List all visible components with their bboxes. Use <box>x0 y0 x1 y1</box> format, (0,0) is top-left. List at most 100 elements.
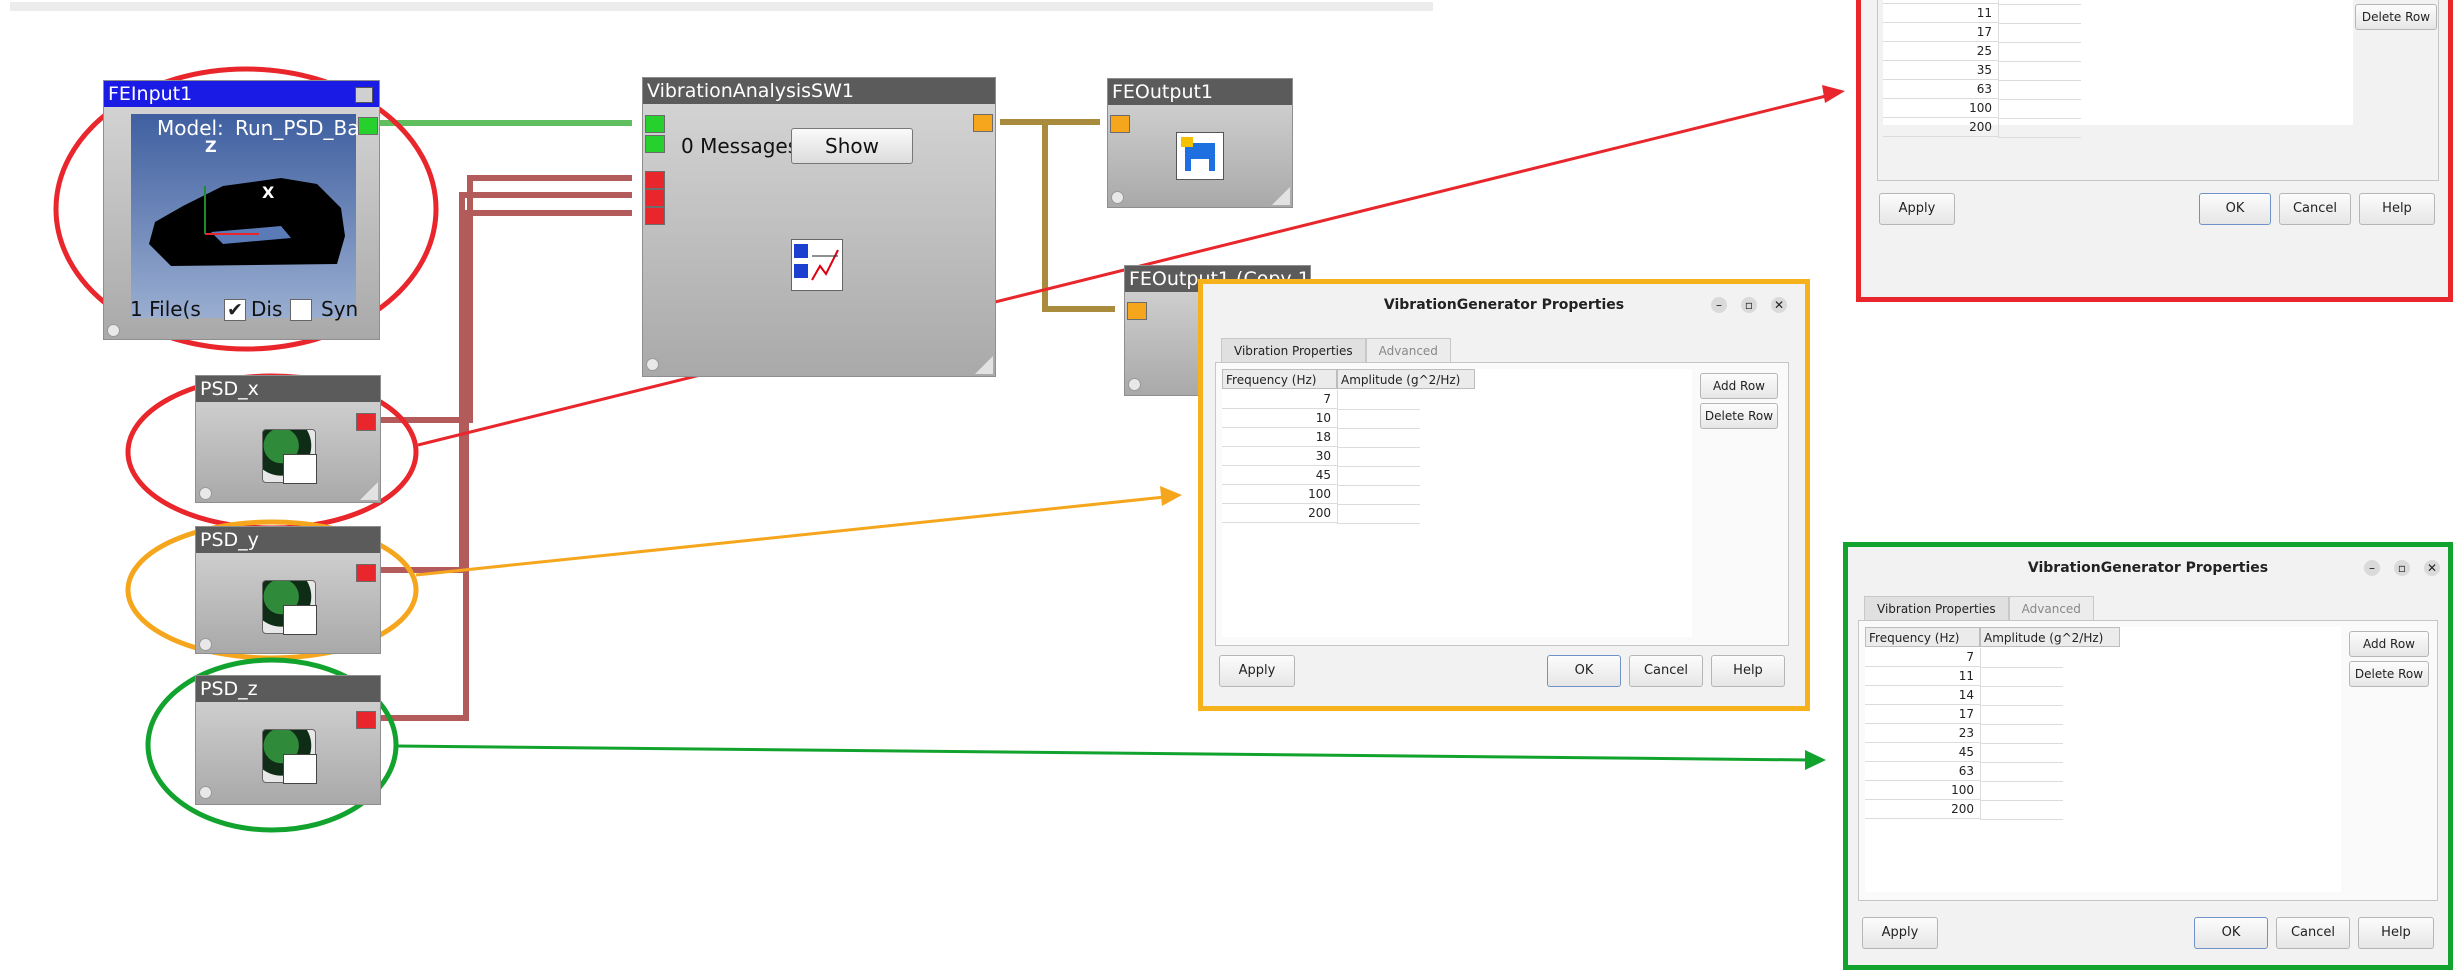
help-button[interactable]: Help <box>2359 193 2435 225</box>
show-messages-button[interactable]: Show <box>791 128 913 164</box>
frequency-cell[interactable]: 17 <box>1865 705 1980 724</box>
amplitude-cell[interactable] <box>1980 781 2063 801</box>
table-row[interactable]: 11 <box>1865 667 2065 687</box>
vibration-analysis-node[interactable]: VibrationAnalysisSW1 0 Messages Show <box>642 77 996 377</box>
apply-button[interactable]: Apply <box>1219 655 1295 687</box>
maximize-button[interactable]: ▫ <box>1741 297 1757 313</box>
add-row-button[interactable]: Add Row <box>1700 373 1778 399</box>
help-button[interactable]: Help <box>2358 917 2434 949</box>
psd-z-output-port[interactable] <box>356 711 376 729</box>
ok-button[interactable]: OK <box>1547 655 1621 687</box>
table-row[interactable]: 100 <box>1865 781 2065 801</box>
cancel-button[interactable]: Cancel <box>2279 193 2351 225</box>
table-row[interactable]: 23 <box>1865 724 2065 744</box>
amplitude-cell[interactable] <box>1980 705 2063 725</box>
resize-handle[interactable] <box>975 356 993 374</box>
ok-button[interactable]: OK <box>2194 917 2268 949</box>
frequency-cell[interactable]: 7 <box>1865 648 1980 667</box>
amplitude-cell[interactable] <box>1980 743 2063 763</box>
table-row[interactable]: 63 <box>1865 762 2065 782</box>
tab-advanced[interactable]: Advanced <box>2008 596 2094 621</box>
psd-y-output-port[interactable] <box>356 564 376 582</box>
tab-vibration-properties[interactable]: Vibration Properties <box>1221 338 1366 363</box>
psd-x-output-port[interactable] <box>356 413 376 431</box>
frequency-cell[interactable]: 45 <box>1865 743 1980 762</box>
amplitude-cell[interactable] <box>1337 447 1420 467</box>
amplitude-cell[interactable] <box>1980 648 2063 668</box>
analysis-output-port[interactable] <box>973 114 993 132</box>
frequency-cell[interactable]: 100 <box>1865 781 1980 800</box>
table-row[interactable]: 18 <box>1222 428 1422 448</box>
frequency-cell[interactable]: 30 <box>1222 447 1337 466</box>
frequency-cell[interactable]: 200 <box>1865 800 1980 819</box>
display-checkbox[interactable]: ✔ <box>224 299 246 321</box>
analysis-input-port-model[interactable] <box>645 115 665 133</box>
maximize-button[interactable]: ▫ <box>2394 560 2410 576</box>
feoutput1-input-port[interactable] <box>1110 115 1130 133</box>
amplitude-cell[interactable] <box>1337 409 1420 429</box>
analysis-input-port-2[interactable] <box>645 135 665 153</box>
analysis-input-port-psd-x[interactable] <box>645 171 665 189</box>
frequency-cell[interactable]: 10 <box>1222 409 1337 428</box>
analysis-input-port-psd-z[interactable] <box>645 207 665 225</box>
table-row[interactable]: 200 <box>1222 504 1422 524</box>
table-row[interactable]: 30 <box>1222 447 1422 467</box>
feoutput1-node[interactable]: FEOutput1 <box>1107 78 1293 208</box>
apply-button[interactable]: Apply <box>1862 917 1938 949</box>
resize-handle[interactable] <box>360 482 378 500</box>
table-row[interactable]: 45 <box>1865 743 2065 763</box>
frequency-cell[interactable]: 63 <box>1865 762 1980 781</box>
amplitude-cell[interactable] <box>1980 724 2063 744</box>
sync-checkbox[interactable] <box>290 299 312 321</box>
psd-z-node[interactable]: PSD_z <box>195 675 381 805</box>
help-button[interactable]: Help <box>1711 655 1785 687</box>
table-row[interactable]: 100 <box>1222 485 1422 505</box>
column-frequency[interactable]: Frequency (Hz) <box>1865 627 1980 647</box>
table-row[interactable]: 200 <box>1865 800 2065 820</box>
frequency-cell[interactable]: 45 <box>1222 466 1337 485</box>
feinput-title-button[interactable] <box>355 87 373 103</box>
column-frequency[interactable]: Frequency (Hz) <box>1222 369 1337 389</box>
amplitude-cell[interactable] <box>1980 800 2063 820</box>
table-row[interactable]: 7 <box>1865 648 2065 668</box>
amplitude-cell[interactable] <box>1980 667 2063 687</box>
close-button[interactable]: ✕ <box>2424 560 2440 576</box>
table-row[interactable]: 14 <box>1865 686 2065 706</box>
frequency-table[interactable]: Frequency (Hz) Amplitude (g^2/Hz) 7 10 18 3… <box>1222 369 1692 637</box>
cancel-button[interactable]: Cancel <box>1629 655 1703 687</box>
frequency-cell[interactable]: 23 <box>1865 724 1980 743</box>
table-row[interactable]: 7 <box>1222 390 1422 410</box>
frequency-cell[interactable]: 18 <box>1222 428 1337 447</box>
amplitude-cell[interactable] <box>1980 762 2063 782</box>
analysis-input-port-psd-y[interactable] <box>645 189 665 207</box>
frequency-cell[interactable]: 7 <box>1222 390 1337 409</box>
frequency-table[interactable]: Frequency (Hz) Amplitude (g^2/Hz) 7 11 14 1… <box>1865 627 2341 892</box>
tab-vibration-properties[interactable]: Vibration Properties <box>1864 596 2009 621</box>
amplitude-cell[interactable] <box>1337 485 1420 505</box>
cancel-button[interactable]: Cancel <box>2276 917 2350 949</box>
table-row[interactable]: 10 <box>1222 409 1422 429</box>
tab-advanced[interactable]: Advanced <box>1365 338 1451 363</box>
frequency-cell[interactable]: 200 <box>1222 504 1337 523</box>
amplitude-cell[interactable] <box>1980 686 2063 706</box>
feinput-node[interactable]: FEInput1 Model: Run_PSD_Bat Z X 1 File(s… <box>103 80 380 340</box>
minimize-button[interactable]: – <box>2364 560 2380 576</box>
frequency-cell[interactable]: 100 <box>1222 485 1337 504</box>
ok-button[interactable]: OK <box>2199 193 2271 225</box>
table-row[interactable]: 45 <box>1222 466 1422 486</box>
minimize-button[interactable]: – <box>1711 297 1727 313</box>
amplitude-cell[interactable] <box>1337 466 1420 486</box>
feoutput2-input-port[interactable] <box>1127 302 1147 320</box>
amplitude-cell[interactable] <box>1337 504 1420 524</box>
apply-button[interactable]: Apply <box>1879 193 1955 225</box>
amplitude-cell[interactable] <box>1337 390 1420 410</box>
psd-x-node[interactable]: PSD_x <box>195 375 381 503</box>
close-button[interactable]: ✕ <box>1771 297 1787 313</box>
psd-y-node[interactable]: PSD_y <box>195 526 381 654</box>
amplitude-cell[interactable] <box>1337 428 1420 448</box>
column-amplitude[interactable]: Amplitude (g^2/Hz) <box>1337 369 1475 389</box>
resize-handle[interactable] <box>1272 187 1290 205</box>
delete-row-button[interactable]: Delete Row <box>2349 661 2429 687</box>
column-amplitude[interactable]: Amplitude (g^2/Hz) <box>1980 627 2120 647</box>
frequency-cell[interactable]: 11 <box>1865 667 1980 686</box>
